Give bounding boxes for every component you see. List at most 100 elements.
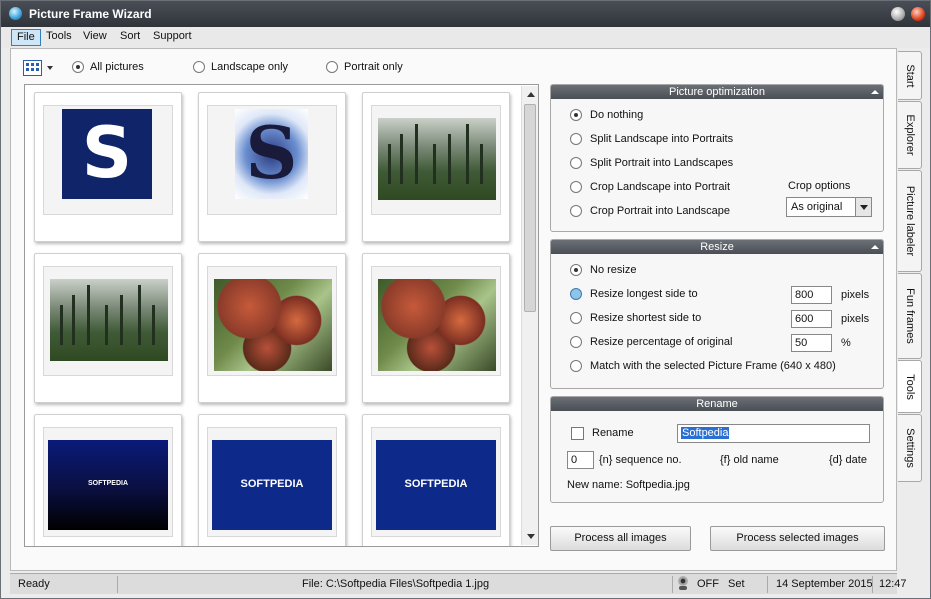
tab-fun-frames[interactable]: Fun frames — [898, 273, 922, 359]
radio-icon[interactable] — [570, 288, 582, 300]
menu-support[interactable]: Support — [148, 29, 197, 46]
radio-icon[interactable] — [570, 264, 582, 276]
opt-label: Split Portrait into Landscapes — [590, 157, 734, 169]
thumbnail-card[interactable]: SOFTPEDIA — [362, 414, 510, 546]
rename-label: Rename — [592, 427, 634, 439]
optimization-panel: Picture optimization Do nothing Split La… — [550, 84, 884, 232]
scrollbar-thumb[interactable] — [524, 104, 536, 312]
tab-picture-labeler[interactable]: Picture labeler — [898, 170, 922, 272]
thumbnail-card[interactable] — [198, 253, 346, 403]
resize-label: Resize shortest side to — [590, 312, 702, 324]
rename-header[interactable]: Rename — [551, 397, 883, 411]
menu-view[interactable]: View — [78, 29, 112, 46]
opt-label: Do nothing — [590, 109, 644, 121]
menu-bar: File Tools View Sort Support — [1, 27, 930, 48]
thumbnail-scrollbar[interactable] — [521, 86, 538, 545]
tab-tools[interactable]: Tools — [898, 360, 922, 413]
thumbnail-frame: SOFTPEDIA — [371, 427, 501, 537]
rename-checkbox[interactable] — [571, 427, 584, 440]
crop-options-label: Crop options — [788, 180, 851, 192]
thumbnail-card[interactable] — [362, 92, 510, 242]
thumbnail-card[interactable]: SOFTPEDIA — [198, 414, 346, 546]
crop-options-value: As original — [791, 201, 843, 213]
radio-icon[interactable] — [72, 61, 84, 73]
tree-shape — [400, 133, 403, 184]
thumbnail-text: S — [81, 112, 133, 194]
tree-shape — [415, 123, 418, 184]
close-button[interactable] — [911, 7, 925, 21]
resize-label: No resize — [590, 264, 637, 276]
radio-icon[interactable] — [570, 205, 582, 217]
percentage-input[interactable]: 50 — [791, 334, 832, 352]
tree-shape — [105, 304, 108, 345]
status-text: Ready — [18, 578, 50, 590]
tab-fun-frames-label: Fun frames — [903, 288, 916, 344]
longest-side-input[interactable]: 800 — [791, 286, 832, 304]
thumbnail-frame — [207, 266, 337, 376]
resize-label: Resize percentage of original — [590, 336, 733, 348]
rename-name-input[interactable]: Softpedia — [677, 424, 870, 443]
status-divider — [672, 576, 673, 593]
radio-icon[interactable] — [193, 61, 205, 73]
radio-icon[interactable] — [326, 61, 338, 73]
scroll-down-icon[interactable] — [527, 534, 535, 539]
tree-shape — [433, 143, 436, 184]
shortest-side-input[interactable]: 600 — [791, 310, 832, 328]
radio-icon[interactable] — [570, 133, 582, 145]
scroll-up-icon[interactable] — [527, 92, 535, 97]
thumbnail-frame: S — [43, 105, 173, 215]
thumbnail-image: SOFTPEDIA — [376, 440, 496, 530]
thumbnail-frame: SOFTPEDIA — [43, 427, 173, 537]
tree-shape — [480, 143, 483, 184]
tree-shape — [60, 304, 63, 345]
thumbnail-card[interactable]: SOFTPEDIA — [34, 414, 182, 546]
thumbnail-image: SOFTPEDIA — [212, 440, 332, 530]
crop-options-select[interactable]: As original — [786, 197, 872, 217]
radio-icon[interactable] — [570, 157, 582, 169]
grid-view-icon — [23, 60, 42, 76]
thumbnail-text: S — [245, 110, 298, 195]
collapse-icon[interactable] — [871, 90, 879, 94]
thumbnail-card[interactable]: S — [34, 92, 182, 242]
thumbnail-image — [214, 279, 332, 371]
view-mode-button[interactable] — [23, 58, 57, 78]
shortest-unit: pixels — [841, 313, 870, 325]
radio-icon[interactable] — [570, 181, 582, 193]
status-file: File: C:\Softpedia Files\Softpedia 1.jpg — [302, 578, 490, 590]
resize-header[interactable]: Resize — [551, 240, 883, 254]
radio-icon[interactable] — [570, 312, 582, 324]
radio-icon[interactable] — [570, 336, 582, 348]
tab-start[interactable]: Start — [898, 51, 922, 100]
tab-settings[interactable]: Settings — [898, 414, 922, 482]
camera-set[interactable]: Set — [728, 578, 745, 590]
title-bar: Picture Frame Wizard — [1, 1, 930, 27]
resize-panel: Resize No resize Resize longest side to … — [550, 239, 884, 389]
minimize-button[interactable] — [891, 7, 905, 21]
thumbnail-card[interactable] — [34, 253, 182, 403]
sequence-input[interactable]: 0 — [567, 451, 594, 469]
menu-file[interactable]: File — [11, 29, 41, 46]
resize-title: Resize — [700, 241, 734, 253]
opt-label: Split Landscape into Portraits — [590, 133, 734, 145]
thumbnail-card[interactable]: S — [198, 92, 346, 242]
status-divider — [872, 576, 873, 593]
percentage-unit: % — [841, 337, 851, 349]
app-icon — [9, 7, 22, 20]
process-selected-button[interactable]: Process selected images — [710, 526, 885, 551]
tree-shape — [120, 294, 123, 345]
date-label: {d} date — [829, 454, 867, 466]
collapse-icon[interactable] — [871, 245, 879, 249]
radio-icon[interactable] — [570, 360, 582, 372]
thumbnail-card[interactable] — [362, 253, 510, 403]
optimization-header[interactable]: Picture optimization — [551, 85, 883, 99]
process-all-button[interactable]: Process all images — [550, 526, 691, 551]
radio-icon[interactable] — [570, 109, 582, 121]
filter-portrait-label: Portrait only — [344, 61, 403, 73]
chevron-down-icon[interactable] — [855, 198, 871, 216]
tab-explorer[interactable]: Explorer — [898, 101, 922, 169]
tab-start-label: Start — [903, 63, 916, 88]
menu-sort[interactable]: Sort — [115, 29, 145, 46]
tree-shape — [388, 143, 391, 184]
menu-tools[interactable]: Tools — [41, 29, 77, 46]
camera-icon[interactable] — [676, 576, 690, 591]
